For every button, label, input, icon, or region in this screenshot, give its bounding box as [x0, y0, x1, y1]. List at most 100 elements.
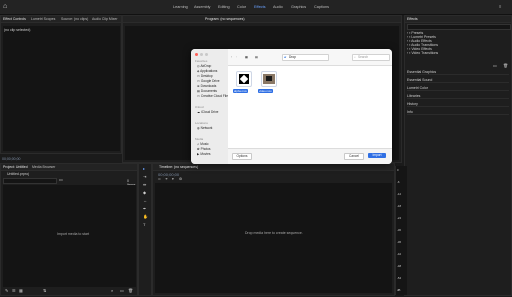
- tab-project[interactable]: Project: Untitled: [3, 165, 28, 169]
- sidebar-heading-favorites: Favorites: [195, 59, 208, 63]
- workspace-tab-color[interactable]: Color: [237, 5, 246, 9]
- effects-title: Effects: [407, 17, 418, 21]
- effects-search-input[interactable]: [407, 24, 511, 30]
- section-lumetri-color[interactable]: Lumetri Color: [407, 86, 509, 91]
- tab-effect-controls[interactable]: Effect Controls: [3, 17, 26, 21]
- sidebar-heading-icloud: iCloud: [195, 105, 204, 109]
- sidebar-heading-media: Media: [195, 137, 204, 141]
- section-info[interactable]: Info: [407, 110, 509, 115]
- workspace-tab-graphics[interactable]: Graphics: [291, 5, 306, 9]
- cancel-button[interactable]: Cancel: [344, 153, 364, 160]
- section-essential-sound[interactable]: Essential Sound: [407, 78, 509, 83]
- project-panel-tabs: Project: Untitled Media Browser: [1, 164, 137, 171]
- icon-view-icon[interactable]: ▦: [245, 55, 248, 59]
- meter-tick: -36: [397, 240, 402, 244]
- list-view-icon[interactable]: ☰: [12, 289, 16, 293]
- section-history[interactable]: History: [407, 102, 509, 107]
- snap-icon[interactable]: ⊂: [158, 177, 161, 181]
- close-icon[interactable]: [195, 53, 198, 56]
- workspace-tab-assembly[interactable]: Assembly: [194, 5, 210, 9]
- selection-tool-icon[interactable]: ▸: [143, 167, 145, 171]
- track-select-icon[interactable]: ⇥: [143, 175, 146, 179]
- effect-controls-content: (no clip selected): [3, 26, 120, 151]
- options-button[interactable]: Options: [232, 153, 252, 160]
- tab-source[interactable]: Source: (no clips): [61, 17, 88, 21]
- import-media-text: Import media to start: [57, 232, 90, 236]
- sidebar-item-downloads[interactable]: ⊕ Downloads: [197, 84, 216, 88]
- hand-tool-icon[interactable]: ✋: [143, 215, 148, 219]
- ripple-edit-icon[interactable]: ⇹: [143, 183, 146, 187]
- razor-icon[interactable]: ◆: [143, 191, 146, 195]
- tab-timeline[interactable]: Timeline: (no sequences): [159, 165, 198, 169]
- minimize-icon[interactable]: [200, 53, 203, 56]
- file-item[interactable]: video.mov: [258, 71, 280, 95]
- pencil-icon[interactable]: ✎: [5, 289, 8, 293]
- sidebar-item-icloud-drive[interactable]: ☁ iCloud Drive: [197, 110, 218, 114]
- project-search-input[interactable]: [3, 178, 57, 184]
- delete-icon[interactable]: 🗑: [128, 289, 133, 293]
- effects-sections: Essential Graphics Essential Sound Lumet…: [405, 70, 511, 130]
- project-list[interactable]: Import media to start: [3, 185, 136, 287]
- sidebar-item-google-drive[interactable]: ▭ Google Drive: [197, 79, 220, 83]
- search-icon[interactable]: ⌕: [111, 289, 113, 293]
- meter-tick: -6: [397, 180, 400, 184]
- meter-tick: -30: [397, 228, 402, 232]
- sort-icon[interactable]: ⇅: [43, 289, 46, 293]
- file-name: alpha.mov: [233, 89, 248, 93]
- slip-tool-icon[interactable]: ↔: [143, 199, 147, 203]
- settings-icon[interactable]: ⚙: [179, 177, 182, 181]
- sidebar-item-music[interactable]: ♫ Music: [197, 142, 209, 146]
- new-item-icon[interactable]: ▭: [120, 289, 124, 293]
- linked-selection-icon[interactable]: ⚭: [165, 177, 168, 181]
- group-view-icon[interactable]: ▤: [255, 55, 258, 59]
- new-bin-icon[interactable]: ▭: [493, 64, 497, 68]
- workspace-tab-captions[interactable]: Captions: [314, 5, 329, 9]
- drop-media-text: Drop media here to create sequence.: [245, 231, 303, 235]
- tools-panel: ▸ ⇥ ⇹ ◆ ↔ ✒ ✋ T: [138, 163, 152, 296]
- pen-tool-icon[interactable]: ✒: [143, 207, 146, 211]
- back-icon[interactable]: ‹: [231, 55, 232, 59]
- tab-lumetri-scopes[interactable]: Lumetri Scopes: [31, 17, 55, 21]
- location-dropdown[interactable]: ▰ Drop: [282, 54, 329, 61]
- menu-icon[interactable]: ≡: [499, 5, 501, 9]
- meter-tick: -18: [397, 204, 402, 208]
- sidebar-item-movies[interactable]: ▶ Movies: [197, 152, 210, 156]
- meter-tick: 0: [397, 168, 399, 172]
- file-item[interactable]: alpha.mov: [233, 71, 255, 95]
- workspace-tab-learning[interactable]: Learning: [173, 5, 188, 9]
- sidebar-item-applications[interactable]: ◈ Applications: [197, 69, 217, 73]
- folder-icon: ▰: [284, 55, 287, 59]
- project-file-name: Untitled.prproj: [7, 172, 29, 176]
- sidebar-item-documents[interactable]: ▤ Documents: [197, 89, 217, 93]
- sidebar-item-network[interactable]: ◍ Network: [197, 126, 212, 130]
- section-libraries[interactable]: Libraries: [407, 94, 509, 99]
- forward-icon[interactable]: ›: [236, 55, 237, 59]
- file-grid: alpha.mov video.mov: [228, 66, 392, 148]
- location-label: Drop: [289, 55, 296, 59]
- tab-program-monitor[interactable]: Program: (no sequences): [205, 17, 245, 21]
- import-button[interactable]: Import: [368, 153, 386, 158]
- sidebar-item-airdrop[interactable]: ◎ AirDrop: [197, 64, 211, 68]
- sidebar-item-desktop[interactable]: ▭ Desktop: [197, 74, 213, 78]
- project-panel: Project: Untitled Media Browser Untitled…: [0, 163, 138, 296]
- meter-tick: -48: [397, 264, 402, 268]
- type-tool-icon[interactable]: T: [143, 223, 145, 227]
- zoom-icon[interactable]: [205, 53, 208, 56]
- add-marker-icon[interactable]: ▾: [172, 177, 174, 181]
- delete-icon[interactable]: 🗑: [503, 64, 508, 68]
- tab-media-browser[interactable]: Media Browser: [32, 165, 55, 169]
- sidebar-item-photos[interactable]: ✿ Photos: [197, 147, 211, 151]
- icon-view-icon[interactable]: ▦: [19, 289, 23, 293]
- section-essential-graphics[interactable]: Essential Graphics: [407, 70, 509, 75]
- effects-item-video-transitions[interactable]: › ▪ Video Transitions: [407, 51, 438, 55]
- home-icon[interactable]: ⌂: [3, 3, 11, 11]
- new-bin-icon[interactable]: ▭: [59, 178, 63, 182]
- sidebar-item-creative-cloud[interactable]: ▭ Creative Cloud Files: [197, 94, 230, 98]
- workspace-tab-effects[interactable]: Effects: [254, 5, 266, 9]
- search-field[interactable]: ⌕ Search: [352, 54, 390, 61]
- sidebar-heading-locations: Locations: [195, 121, 208, 125]
- workspace-tab-audio[interactable]: Audio: [273, 5, 283, 9]
- workspace-tab-editing[interactable]: Editing: [218, 5, 230, 9]
- tab-audio-clip-mixer[interactable]: Audio Clip Mixer: [92, 17, 117, 21]
- timeline-tracks[interactable]: Drop media here to create sequence.: [155, 183, 392, 293]
